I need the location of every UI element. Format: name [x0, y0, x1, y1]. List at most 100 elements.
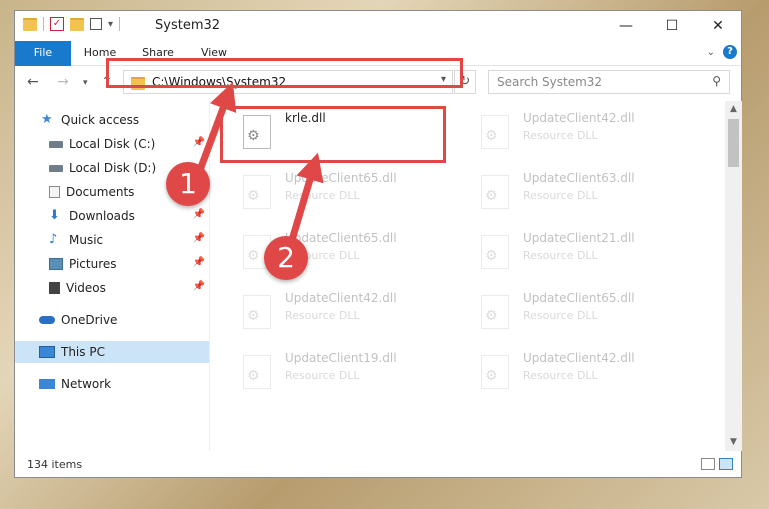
file-type: Resource DLL — [285, 189, 360, 202]
toolbar-separator — [119, 17, 121, 31]
file-type: Resource DLL — [523, 249, 598, 262]
sidebar-item-label: Music — [69, 233, 104, 247]
vertical-scrollbar[interactable]: ▲ ▼ — [725, 101, 742, 451]
dll-file-icon — [243, 295, 271, 329]
customize-toolbar-icon[interactable]: ▾ — [108, 19, 113, 30]
properties-check-icon[interactable]: ✓ — [50, 17, 64, 31]
file-name: UpdateClient65.dll — [285, 171, 397, 185]
sidebar-item-label: Downloads — [69, 209, 135, 223]
pin-icon[interactable]: 📌 — [193, 257, 205, 268]
search-icon[interactable]: ⚲ — [712, 74, 721, 88]
pin-icon[interactable]: 📌 — [193, 233, 205, 244]
file-type: Resource DLL — [285, 309, 360, 322]
window-controls: — ☐ ✕ — [603, 11, 741, 41]
pictures-icon — [49, 258, 63, 270]
network-icon — [39, 379, 55, 389]
sidebar-item-label: Videos — [66, 281, 106, 295]
scroll-down-icon[interactable]: ▼ — [725, 434, 742, 451]
file-item[interactable]: UpdateClient63.dll Resource DLL — [475, 169, 705, 219]
file-type: Resource DLL — [523, 189, 598, 202]
file-item[interactable]: UpdateClient42.dll Resource DLL — [237, 289, 467, 339]
view-toggle — [701, 458, 733, 470]
file-type: Resource DLL — [523, 369, 598, 382]
file-item[interactable]: UpdateClient65.dll Resource DLL — [237, 169, 467, 219]
sidebar-item-music[interactable]: ♪ Music 📌 — [15, 229, 209, 251]
recent-locations-icon[interactable]: ▾ — [83, 78, 88, 88]
sidebar-item-label: Pictures — [69, 257, 117, 271]
sidebar-item-label: Local Disk (C:) — [69, 137, 156, 151]
quick-access-toolbar: ✓ ▾ — [23, 17, 121, 31]
music-icon: ♪ — [49, 232, 58, 247]
sidebar-item-quick-access[interactable]: ★ Quick access — [15, 109, 209, 131]
sidebar-item-pictures[interactable]: Pictures 📌 — [15, 253, 209, 275]
pin-icon[interactable]: 📌 — [193, 209, 205, 220]
title-bar: ✓ ▾ System32 — ☐ ✕ — [15, 11, 741, 41]
file-item[interactable]: UpdateClient19.dll Resource DLL — [237, 349, 467, 399]
toolbar-separator — [43, 17, 44, 31]
pin-icon[interactable]: 📌 — [193, 137, 205, 148]
sidebar-item-local-disk-c[interactable]: Local Disk (C:) 📌 — [15, 133, 209, 155]
sidebar-item-label: Network — [61, 377, 112, 391]
file-item[interactable]: UpdateClient42.dll Resource DLL — [475, 109, 705, 159]
sidebar-item-label: Quick access — [61, 113, 140, 127]
status-bar: 134 items — [15, 453, 741, 477]
pin-icon[interactable]: 📌 — [193, 281, 205, 292]
new-folder-icon[interactable] — [70, 17, 84, 31]
file-name: UpdateClient19.dll — [285, 351, 397, 365]
dll-file-icon — [481, 175, 509, 209]
sidebar-item-label: Documents — [66, 185, 135, 199]
file-item[interactable]: UpdateClient65.dll Resource DLL — [475, 289, 705, 339]
scroll-up-icon[interactable]: ▲ — [725, 101, 742, 118]
file-type: Resource DLL — [523, 129, 598, 142]
sidebar-item-onedrive[interactable]: OneDrive — [15, 309, 209, 331]
sidebar-item-downloads[interactable]: ⬇ Downloads 📌 — [15, 205, 209, 227]
folder-icon — [23, 17, 37, 31]
step-badge-1: 1 — [166, 162, 210, 206]
dll-file-icon — [481, 355, 509, 389]
large-icons-view-icon[interactable] — [719, 458, 733, 470]
file-name: UpdateClient42.dll — [285, 291, 397, 305]
documents-icon — [49, 186, 60, 198]
sidebar-item-label: Local Disk (D:) — [69, 161, 157, 175]
download-icon: ⬇ — [49, 208, 60, 223]
star-icon: ★ — [41, 112, 53, 127]
file-highlight — [220, 106, 446, 163]
sidebar-item-network[interactable]: Network — [15, 373, 209, 395]
ribbon-right-controls: ⌄ ? — [707, 45, 737, 59]
scrollbar-thumb[interactable] — [728, 119, 739, 167]
navigation-pane: ★ Quick access Local Disk (C:) 📌 Local D… — [15, 101, 209, 451]
maximize-button[interactable]: ☐ — [649, 11, 695, 41]
sidebar-item-label: This PC — [61, 345, 105, 359]
dll-file-icon — [243, 175, 271, 209]
videos-icon — [49, 282, 60, 294]
forward-arrow-icon[interactable]: → — [57, 74, 69, 90]
file-type: Resource DLL — [285, 369, 360, 382]
cloud-icon — [39, 316, 55, 324]
expand-ribbon-icon[interactable]: ⌄ — [707, 47, 715, 58]
back-arrow-icon[interactable]: ← — [27, 74, 39, 90]
sidebar-item-videos[interactable]: Videos 📌 — [15, 277, 209, 299]
details-view-icon[interactable] — [701, 458, 715, 470]
help-icon[interactable]: ? — [723, 45, 737, 59]
file-item[interactable]: UpdateClient21.dll Resource DLL — [475, 229, 705, 279]
minimize-button[interactable]: — — [603, 11, 649, 41]
file-name: UpdateClient65.dll — [523, 291, 635, 305]
step-badge-2: 2 — [264, 236, 308, 280]
sidebar-item-label: OneDrive — [61, 313, 118, 327]
file-name: UpdateClient63.dll — [523, 171, 635, 185]
dll-file-icon — [481, 115, 509, 149]
file-type: Resource DLL — [523, 309, 598, 322]
sidebar-item-this-pc[interactable]: This PC — [15, 341, 209, 363]
drive-icon — [49, 140, 63, 148]
properties-icon[interactable] — [90, 18, 102, 30]
pane-divider[interactable] — [209, 101, 210, 451]
dll-file-icon — [481, 295, 509, 329]
file-item[interactable]: UpdateClient42.dll Resource DLL — [475, 349, 705, 399]
close-button[interactable]: ✕ — [695, 11, 741, 41]
dll-file-icon — [481, 235, 509, 269]
window-title: System32 — [155, 18, 221, 33]
dll-file-icon — [243, 355, 271, 389]
search-input[interactable]: Search System32 ⚲ — [488, 70, 730, 94]
file-name: UpdateClient42.dll — [523, 351, 635, 365]
item-count: 134 items — [27, 458, 83, 471]
